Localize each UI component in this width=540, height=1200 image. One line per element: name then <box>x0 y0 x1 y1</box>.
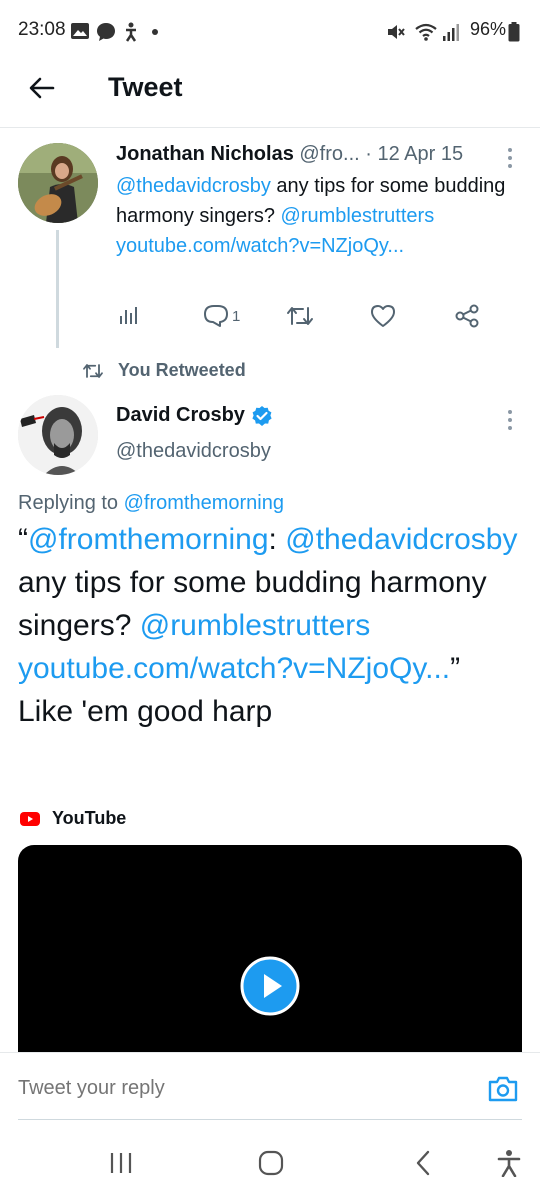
accessibility-icon[interactable] <box>496 1149 522 1177</box>
media-source: YouTube <box>20 808 126 829</box>
share-button[interactable] <box>454 304 480 328</box>
reply-input[interactable] <box>18 1077 418 1100</box>
retweet-icon <box>287 307 313 325</box>
more-options-icon[interactable] <box>505 146 515 170</box>
analytics-icon <box>120 307 137 324</box>
mention-link[interactable]: @thedavidcrosby <box>285 523 517 556</box>
url-link[interactable]: youtube.com/watch?v=NZjoQy... <box>116 235 404 257</box>
thread-line <box>56 230 59 348</box>
play-icon[interactable] <box>240 956 300 1016</box>
tweet-text: @thedavidcrosby any tips for some buddin… <box>116 171 516 261</box>
reply-button[interactable]: 1 <box>203 304 240 328</box>
retweet-button[interactable] <box>286 304 314 328</box>
page-title: Tweet <box>108 72 183 102</box>
mention-link[interactable]: @rumblestrutters <box>281 205 435 227</box>
reply-icon <box>204 305 228 327</box>
separator: · <box>365 143 372 165</box>
verified-badge-icon <box>252 405 272 426</box>
recents-icon[interactable] <box>108 1151 134 1175</box>
back-arrow-icon[interactable] <box>28 74 56 102</box>
home-icon[interactable] <box>258 1150 284 1176</box>
author-name[interactable]: David Crosby <box>116 404 245 427</box>
app-header: Tweet <box>0 62 540 128</box>
dot-icon <box>152 29 158 35</box>
replying-to: Replying to @fromthemorning <box>18 492 284 515</box>
battery-icon <box>508 22 520 42</box>
avatar[interactable] <box>18 395 98 475</box>
status-bar: 23:08 96% <box>0 0 540 62</box>
status-time: 23:08 <box>18 19 66 40</box>
author-handle[interactable]: @thedavidcrosby <box>116 440 271 463</box>
message-icon <box>97 23 115 41</box>
avatar-image <box>18 395 98 475</box>
accessibility-icon <box>125 22 137 42</box>
media-source-label: YouTube <box>52 808 127 828</box>
quote-open: “ <box>18 523 28 556</box>
mention-link[interactable]: @thedavidcrosby <box>116 175 271 197</box>
retweet-icon <box>83 363 103 378</box>
share-icon <box>455 304 479 328</box>
camera-icon[interactable] <box>487 1075 519 1103</box>
author-row: David Crosby <box>116 404 273 427</box>
retweet-context: You Retweeted <box>82 360 246 381</box>
system-nav-bar <box>0 1128 540 1200</box>
retweet-label: You Retweeted <box>118 360 246 380</box>
author-name[interactable]: Jonathan Nicholas <box>116 143 294 165</box>
author-handle[interactable]: @fro... <box>299 143 359 165</box>
analytics-button[interactable] <box>118 304 140 326</box>
url-link[interactable]: youtube.com/watch?v=NZjoQy... <box>18 652 450 685</box>
avatar-image <box>18 143 98 223</box>
signal-icon <box>443 24 459 41</box>
wifi-icon <box>415 23 437 41</box>
quote-colon: : <box>268 523 277 556</box>
mention-link[interactable]: @rumblestrutters <box>140 609 371 642</box>
reply-bar <box>0 1052 540 1128</box>
gallery-icon <box>71 23 89 39</box>
tweet-text-body: Like 'em good harp <box>18 695 273 728</box>
back-icon[interactable] <box>414 1150 432 1176</box>
quote-close: ” <box>450 652 461 685</box>
reply-count: 1 <box>232 307 241 325</box>
mention-link[interactable]: @fromthemorning <box>28 523 269 556</box>
youtube-icon <box>20 811 40 826</box>
like-icon <box>371 305 395 327</box>
replying-prefix: Replying to <box>18 492 124 514</box>
like-button[interactable] <box>370 304 396 328</box>
tweet-date[interactable]: 12 Apr 15 <box>377 143 463 165</box>
replying-handle[interactable]: @fromthemorning <box>124 492 284 514</box>
tweet-text: “@fromthemorning: @thedavidcrosby any ti… <box>18 518 523 733</box>
avatar[interactable] <box>18 143 98 223</box>
battery-percentage: 96% <box>469 19 506 39</box>
mute-icon <box>388 25 405 39</box>
tweet-header: Jonathan Nicholas @fro... · 12 Apr 15 <box>116 143 463 166</box>
reply-underline <box>18 1119 522 1120</box>
more-options-icon[interactable] <box>505 408 515 432</box>
